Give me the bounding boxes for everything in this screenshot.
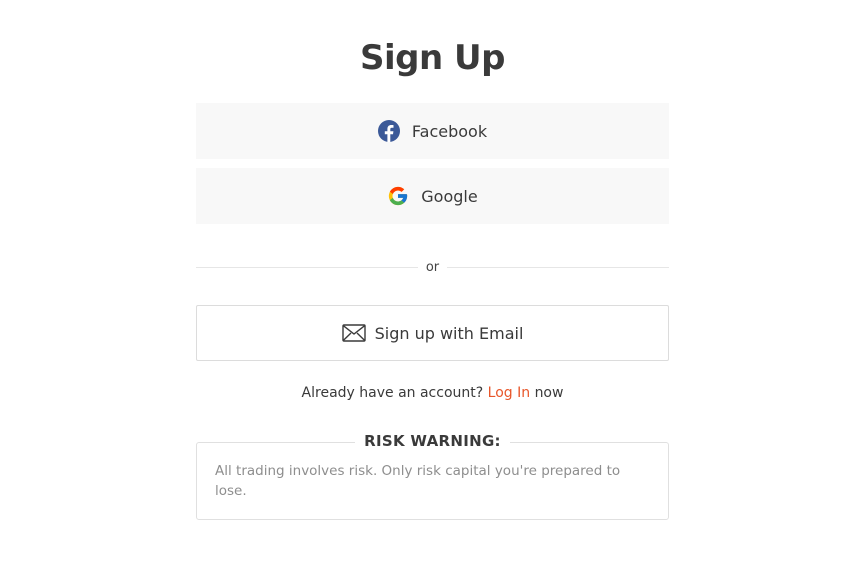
risk-warning-text: All trading involves risk. Only risk cap… (215, 463, 621, 499)
divider-text: or (425, 259, 440, 275)
login-prompt-prefix: Already have an account? (301, 385, 484, 401)
facebook-signup-button[interactable]: Facebook (196, 103, 669, 159)
page-title: Sign Up (360, 38, 505, 78)
envelope-icon (341, 323, 366, 343)
or-divider: or (196, 258, 669, 276)
login-link[interactable]: Log In (488, 385, 530, 401)
email-button-label: Sign up with Email (374, 323, 524, 343)
divider-line-left (196, 266, 418, 268)
login-prompt: Already have an account? Log In now (196, 385, 669, 401)
google-label: Google (421, 186, 478, 206)
facebook-label: Facebook (411, 121, 488, 141)
facebook-icon (377, 120, 400, 142)
google-icon (387, 185, 409, 207)
divider-line-right (447, 266, 669, 268)
email-signup-button[interactable]: Sign up with Email (196, 305, 669, 361)
risk-warning-title-wrap: RISK WARNING: (196, 432, 669, 450)
google-signup-button[interactable]: Google (196, 168, 669, 224)
login-prompt-suffix: now (534, 385, 564, 401)
risk-warning-title: RISK WARNING: (355, 432, 510, 450)
